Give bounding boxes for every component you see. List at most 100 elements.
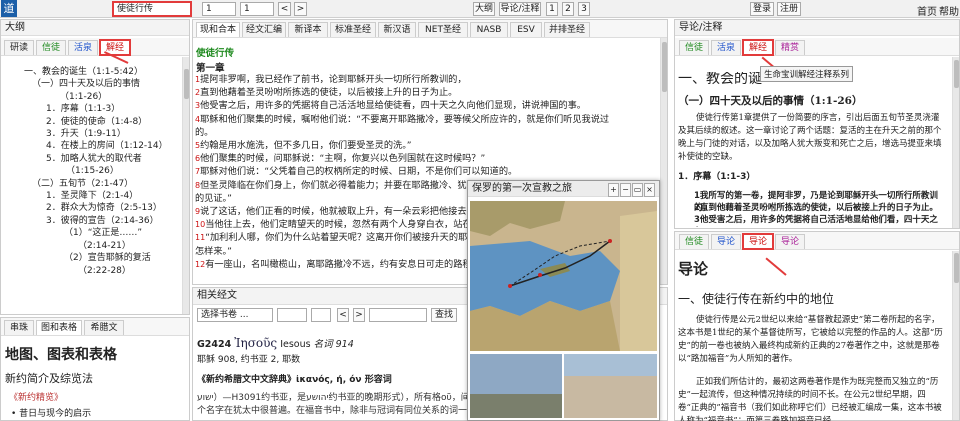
outline-item[interactable]: 2．群众大为惊奇（2:5-13） xyxy=(8,202,168,214)
close-icon[interactable]: × xyxy=(644,183,655,197)
verse-row[interactable]: 的。 xyxy=(195,126,657,139)
home-link[interactable]: 首页 xyxy=(917,3,937,18)
tab-intro-2[interactable]: 导论 xyxy=(742,233,774,250)
commentary-scrollbar[interactable] xyxy=(952,57,959,228)
intro-paragraph: 正如我们所估计的，最初这两卷著作是作为既完整而又独立的“历史”一起流传，但这种情… xyxy=(678,377,942,421)
page-button-1[interactable]: 1 xyxy=(546,2,558,16)
tab-parallel[interactable]: 并排圣经 xyxy=(544,22,590,37)
list-item: • 昔日与现今的启示 xyxy=(11,409,92,419)
tab-greek[interactable]: 希腊文 xyxy=(84,320,124,335)
outline-item[interactable]: （1:15-26） xyxy=(8,165,168,177)
tab-believer[interactable]: 信徒 xyxy=(36,40,66,55)
commentary-tabs: 信徒 活泉 解经 精赏 xyxy=(675,38,959,56)
outline-item[interactable]: 一、教会的诞生（1:1-5:42） xyxy=(8,66,168,78)
zoom-in-icon[interactable]: + xyxy=(608,183,619,197)
map-popup[interactable]: 保罗的第一次宣教之旅 + − ▭ × xyxy=(467,180,660,421)
tab-appreciation[interactable]: 精赏 xyxy=(775,40,805,55)
related-prev[interactable]: < xyxy=(337,308,349,322)
outline-item[interactable]: 3．升天（1:9-11） xyxy=(8,128,168,140)
tab-nasb[interactable]: NASB xyxy=(470,22,508,37)
related-next[interactable]: > xyxy=(353,308,365,322)
outline-item[interactable]: 1．圣灵降下（2:1-4） xyxy=(8,190,168,202)
outline-tree: 一、教会的诞生（1:1-5:42） （一）四十天及以后的事情 （1:1-26） … xyxy=(8,66,168,277)
tab-intro-3[interactable]: 导论 xyxy=(775,234,805,249)
outline-item[interactable]: （二）五旬节（2:1-47） xyxy=(8,178,168,190)
outline-button[interactable]: 大纲 xyxy=(473,2,495,16)
related-search-button[interactable]: 查找 xyxy=(431,308,457,322)
tab-cross-ref[interactable]: 串珠 xyxy=(4,320,34,335)
outline-item[interactable]: 4．在楼上的房间（1:12-14） xyxy=(8,140,168,152)
outline-item[interactable]: （一）四十天及以后的事情 xyxy=(8,78,168,90)
outline-item[interactable]: （1:1-26） xyxy=(8,91,168,103)
chapter-select[interactable]: 1 xyxy=(202,2,236,16)
resources-tabs: 串珠 图和表格 希腊文 xyxy=(1,318,189,336)
verse-row[interactable]: 7耶稣对他们说：“父凭着自己的权柄所定的时候、日期，不是你们可以知道的。 xyxy=(195,165,657,178)
tab-believer-r[interactable]: 信徒 xyxy=(679,40,709,55)
verse-row[interactable]: 3他受害之后，用许多的凭据将自己活活地显给使徒看，四十天之久向他们显现，讲说神国… xyxy=(195,99,657,112)
outline-item[interactable]: （2）宣告耶稣的复活 xyxy=(8,252,168,264)
photo-thumbnail[interactable] xyxy=(470,354,562,418)
tab-standard[interactable]: 标准圣经 xyxy=(330,22,376,37)
tab-esv[interactable]: ESV xyxy=(510,22,542,37)
photo-thumbnail[interactable] xyxy=(564,354,657,418)
verse-text: 提阿非罗啊，我已经作了前书，论到耶稣开头一切所行所教训的， xyxy=(200,74,467,85)
intro-subheading: 新约简介及综览法 xyxy=(5,372,93,385)
verse-number[interactable]: 12 xyxy=(195,260,205,269)
tab-new-chinese[interactable]: 新汉语 xyxy=(378,22,416,37)
verse-row[interactable]: 5约翰是用水施洗，但不多几日，你们要受圣灵的洗。” xyxy=(195,139,657,152)
word-count: 耶稣 908, 约书亚 2, 耶数 xyxy=(197,355,301,365)
outline-item[interactable]: （2:14-21） xyxy=(8,240,168,252)
related-search-input[interactable] xyxy=(369,308,427,322)
commentary-title: 导论/注释 xyxy=(675,20,959,36)
outline-item[interactable]: 2．使徒的使命（1:4-8） xyxy=(8,116,168,128)
prev-button[interactable]: < xyxy=(278,2,291,16)
verse-row[interactable]: 2直到他藉着圣灵吩咐所拣选的使徒，以后被接上升的日子为止。 xyxy=(195,86,657,99)
page-button-3[interactable]: 3 xyxy=(578,2,590,16)
tab-study[interactable]: 研读 xyxy=(4,40,34,55)
app-logo[interactable]: 道 xyxy=(1,0,17,17)
verse-row[interactable]: 1提阿非罗啊，我已经作了前书，论到耶稣开头一切所行所教训的， xyxy=(195,73,657,86)
tab-intro-1[interactable]: 导论 xyxy=(711,234,741,249)
verse-number[interactable]: 10 xyxy=(195,220,205,229)
zoom-out-icon[interactable]: − xyxy=(620,183,631,197)
outline-item[interactable]: 1．序幕（1:1-3） xyxy=(8,103,168,115)
strongs-code[interactable]: G2424 xyxy=(197,339,231,350)
tab-cuv[interactable]: 现和合本 xyxy=(196,22,240,37)
verse-select-small[interactable] xyxy=(311,308,331,322)
page-button-2[interactable]: 2 xyxy=(562,2,574,16)
chapter-select-small[interactable] xyxy=(277,308,307,322)
tooltip: 生命宝训解经注释系列 xyxy=(760,66,854,82)
next-button[interactable]: > xyxy=(294,2,307,16)
login-button[interactable]: 登录 xyxy=(750,2,774,16)
verse-row[interactable]: 4耶稣和他们聚集的时候，嘱咐他们说：“不要离开耶路撒冷，要等候父所应许的，就是你… xyxy=(195,113,657,126)
verse-text: 约翰是用水施洗，但不多几日，你们要受圣灵的洗。” xyxy=(200,140,412,152)
tab-living-spring[interactable]: 活泉 xyxy=(68,40,98,55)
tab-maps-charts[interactable]: 图和表格 xyxy=(36,320,82,335)
outline-item[interactable]: 5．加略人犹大的取代者 xyxy=(8,153,168,165)
register-button[interactable]: 注册 xyxy=(777,2,801,16)
outline-item[interactable]: 3．彼得的宣告（2:14-36） xyxy=(8,215,168,227)
intro-scrollbar[interactable] xyxy=(952,251,959,420)
outline-item[interactable]: （2:22-28） xyxy=(8,265,168,277)
help-link[interactable]: 帮助 xyxy=(939,3,959,18)
verse-row[interactable]: 6他们聚集的时候，问耶稣说：“主啊，你复兴以色列国就在这时候吗？” xyxy=(195,152,657,165)
nt-survey-link[interactable]: 《新约精览》 xyxy=(9,390,63,403)
outline-scrollbar[interactable] xyxy=(182,57,189,314)
outline-item[interactable]: （1）“这正是……” xyxy=(8,227,168,239)
bible-scrollbar[interactable] xyxy=(660,38,667,284)
guide-button[interactable]: 导论/注释 xyxy=(499,2,541,16)
verse-number[interactable]: 11 xyxy=(195,233,205,242)
tab-concordance[interactable]: 经文汇编 xyxy=(242,22,286,37)
tab-new-version[interactable]: 新译本 xyxy=(288,22,328,37)
maps-heading: 地图、图表和表格 xyxy=(5,347,117,363)
outline-panel-title: 大纲 xyxy=(1,20,189,36)
tab-exegesis-r[interactable]: 解经 xyxy=(742,39,774,56)
verse-select[interactable]: 1 xyxy=(240,2,274,16)
tab-living-spring-r[interactable]: 活泉 xyxy=(711,40,741,55)
restore-icon[interactable]: ▭ xyxy=(632,183,643,197)
tab-believer-intro[interactable]: 信徒 xyxy=(679,234,709,249)
book-search-input[interactable]: 使徒行传 xyxy=(112,1,192,17)
book-select[interactable]: 选择书卷 ... xyxy=(197,308,273,322)
tab-net[interactable]: NET圣经 xyxy=(418,22,468,37)
verse-text: 的见证。” xyxy=(195,192,232,204)
